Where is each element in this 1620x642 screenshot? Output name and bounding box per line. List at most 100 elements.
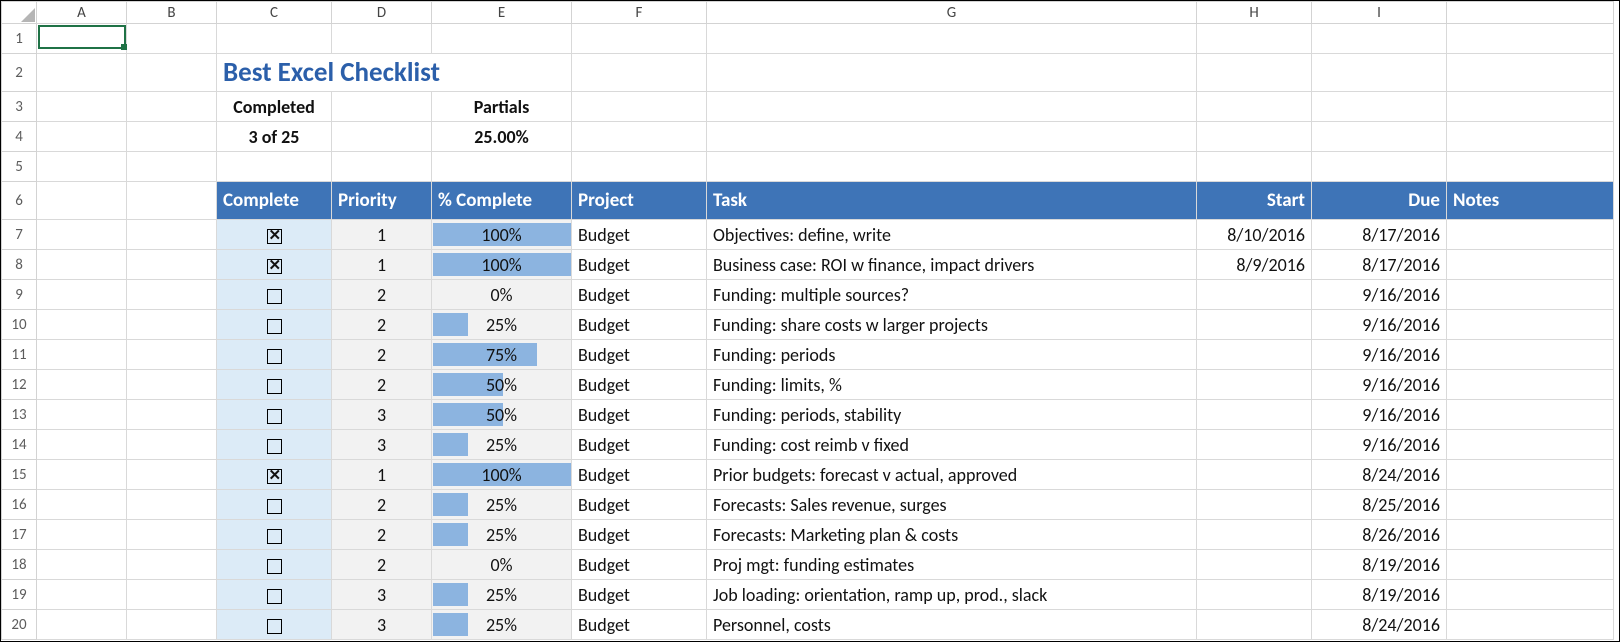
- start-cell[interactable]: [1197, 490, 1312, 520]
- cell[interactable]: [1197, 92, 1312, 122]
- cell[interactable]: [37, 460, 127, 490]
- cell[interactable]: [332, 152, 432, 182]
- project-cell[interactable]: Budget: [572, 490, 707, 520]
- cell[interactable]: [37, 54, 127, 92]
- complete-checkbox[interactable]: [217, 310, 332, 340]
- notes-cell[interactable]: [1447, 460, 1614, 490]
- table-header-due[interactable]: Due: [1312, 182, 1447, 220]
- table-header--complete[interactable]: % Complete: [432, 182, 572, 220]
- task-cell[interactable]: Objectives: define, write: [707, 220, 1197, 250]
- task-cell[interactable]: Funding: share costs w larger projects: [707, 310, 1197, 340]
- row-header-6[interactable]: 6: [2, 182, 37, 220]
- cell[interactable]: [127, 370, 217, 400]
- pct-complete-cell[interactable]: 25%: [432, 490, 572, 520]
- task-cell[interactable]: Funding: cost reimb v fixed: [707, 430, 1197, 460]
- due-cell[interactable]: 8/17/2016: [1312, 220, 1447, 250]
- notes-cell[interactable]: [1447, 370, 1614, 400]
- col-header-E[interactable]: E: [432, 2, 572, 24]
- table-header-start[interactable]: Start: [1197, 182, 1312, 220]
- cell[interactable]: [37, 580, 127, 610]
- col-header-I[interactable]: I: [1312, 2, 1447, 24]
- cell[interactable]: [1197, 54, 1312, 92]
- start-cell[interactable]: [1197, 550, 1312, 580]
- due-cell[interactable]: 8/19/2016: [1312, 550, 1447, 580]
- cell[interactable]: [1447, 92, 1614, 122]
- row-header-11[interactable]: 11: [2, 340, 37, 370]
- project-cell[interactable]: Budget: [572, 520, 707, 550]
- cell[interactable]: [572, 152, 707, 182]
- project-cell[interactable]: Budget: [572, 220, 707, 250]
- pct-complete-cell[interactable]: 100%: [432, 250, 572, 280]
- cell[interactable]: [1447, 122, 1614, 152]
- complete-checkbox[interactable]: [217, 490, 332, 520]
- cell[interactable]: [127, 400, 217, 430]
- col-header-C[interactable]: C: [217, 2, 332, 24]
- priority-cell[interactable]: 1: [332, 250, 432, 280]
- due-cell[interactable]: 9/16/2016: [1312, 340, 1447, 370]
- cell[interactable]: [127, 122, 217, 152]
- complete-checkbox[interactable]: [217, 280, 332, 310]
- priority-cell[interactable]: 1: [332, 220, 432, 250]
- priority-cell[interactable]: 2: [332, 550, 432, 580]
- complete-checkbox[interactable]: [217, 580, 332, 610]
- priority-cell[interactable]: 2: [332, 370, 432, 400]
- task-cell[interactable]: Business case: ROI w finance, impact dri…: [707, 250, 1197, 280]
- start-cell[interactable]: [1197, 280, 1312, 310]
- complete-checkbox[interactable]: [217, 250, 332, 280]
- complete-checkbox[interactable]: [217, 610, 332, 640]
- col-header-B[interactable]: B: [127, 2, 217, 24]
- task-cell[interactable]: Prior budgets: forecast v actual, approv…: [707, 460, 1197, 490]
- row-header-10[interactable]: 10: [2, 310, 37, 340]
- priority-cell[interactable]: 2: [332, 280, 432, 310]
- complete-checkbox[interactable]: [217, 550, 332, 580]
- cell[interactable]: [127, 340, 217, 370]
- due-cell[interactable]: 8/24/2016: [1312, 610, 1447, 640]
- project-cell[interactable]: Budget: [572, 460, 707, 490]
- col-header-A[interactable]: A: [37, 2, 127, 24]
- table-header-task[interactable]: Task: [707, 182, 1197, 220]
- notes-cell[interactable]: [1447, 550, 1614, 580]
- cell[interactable]: [37, 490, 127, 520]
- row-header-5[interactable]: 5: [2, 152, 37, 182]
- row-header-7[interactable]: 7: [2, 220, 37, 250]
- complete-checkbox[interactable]: [217, 460, 332, 490]
- cell[interactable]: [1447, 152, 1614, 182]
- cell[interactable]: [707, 122, 1197, 152]
- complete-checkbox[interactable]: [217, 400, 332, 430]
- due-cell[interactable]: 9/16/2016: [1312, 310, 1447, 340]
- row-header-16[interactable]: 16: [2, 490, 37, 520]
- cell[interactable]: [127, 92, 217, 122]
- cell[interactable]: [127, 310, 217, 340]
- cell[interactable]: [37, 250, 127, 280]
- due-cell[interactable]: 9/16/2016: [1312, 430, 1447, 460]
- task-cell[interactable]: Proj mgt: funding estimates: [707, 550, 1197, 580]
- row-header-8[interactable]: 8: [2, 250, 37, 280]
- cell[interactable]: [127, 430, 217, 460]
- cell[interactable]: [572, 92, 707, 122]
- due-cell[interactable]: 8/17/2016: [1312, 250, 1447, 280]
- project-cell[interactable]: Budget: [572, 340, 707, 370]
- start-cell[interactable]: [1197, 430, 1312, 460]
- row-header-18[interactable]: 18: [2, 550, 37, 580]
- notes-cell[interactable]: [1447, 520, 1614, 550]
- task-cell[interactable]: Personnel, costs: [707, 610, 1197, 640]
- cell[interactable]: [127, 460, 217, 490]
- start-cell[interactable]: [1197, 610, 1312, 640]
- row-header-4[interactable]: 4: [2, 122, 37, 152]
- start-cell[interactable]: [1197, 460, 1312, 490]
- cell[interactable]: [1197, 122, 1312, 152]
- task-cell[interactable]: Funding: limits, %: [707, 370, 1197, 400]
- task-cell[interactable]: Funding: periods, stability: [707, 400, 1197, 430]
- cell[interactable]: [37, 610, 127, 640]
- project-cell[interactable]: Budget: [572, 310, 707, 340]
- row-header-12[interactable]: 12: [2, 370, 37, 400]
- task-cell[interactable]: Forecasts: Marketing plan & costs: [707, 520, 1197, 550]
- table-header-notes[interactable]: Notes: [1447, 182, 1614, 220]
- cell[interactable]: [432, 152, 572, 182]
- cell[interactable]: [127, 152, 217, 182]
- cell[interactable]: [127, 580, 217, 610]
- project-cell[interactable]: Budget: [572, 610, 707, 640]
- task-cell[interactable]: Funding: multiple sources?: [707, 280, 1197, 310]
- cell[interactable]: [1312, 152, 1447, 182]
- notes-cell[interactable]: [1447, 430, 1614, 460]
